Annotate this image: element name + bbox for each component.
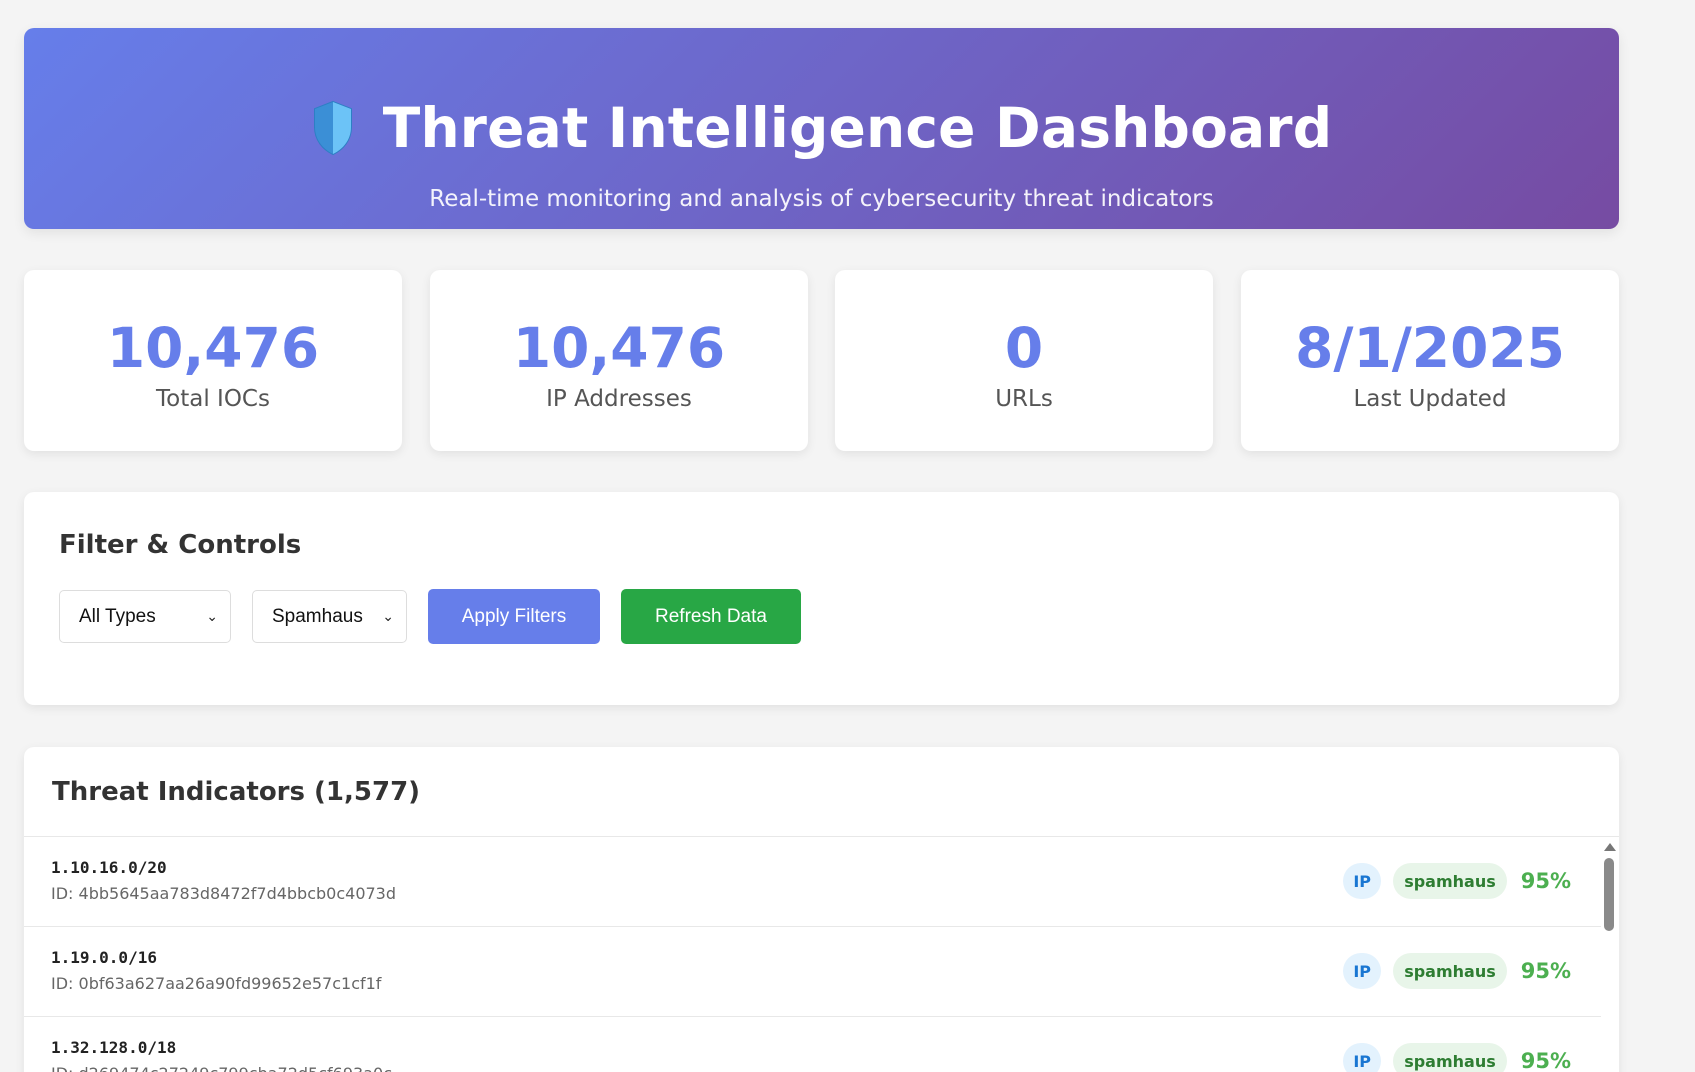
shield-icon <box>311 100 355 156</box>
stat-label: Total IOCs <box>156 386 270 412</box>
threat-indicators-title: Threat Indicators (1,577) <box>52 777 421 807</box>
scroll-up-arrow-icon[interactable] <box>1604 843 1616 851</box>
header-title-row: Threat Intelligence Dashboard <box>24 100 1619 156</box>
source-badge: spamhaus <box>1393 953 1507 989</box>
dashboard-header: Threat Intelligence Dashboard Real-time … <box>24 28 1619 229</box>
ioc-badges: IP spamhaus 95% <box>1343 863 1571 899</box>
dashboard-page: Threat Intelligence Dashboard Real-time … <box>0 0 1695 1072</box>
confidence-score: 95% <box>1520 1049 1571 1072</box>
ioc-value: 1.10.16.0/20 <box>51 858 167 877</box>
stat-card-urls: 0 URLs <box>835 270 1213 451</box>
type-filter-select[interactable]: All Types ⌄ <box>59 590 231 643</box>
list-item[interactable]: 1.10.16.0/20 ID: 4bb5645aa783d8472f7d4bb… <box>24 837 1601 927</box>
controls-row: All Types ⌄ Spamhaus ⌄ Apply Filters Ref… <box>59 589 801 644</box>
ioc-value: 1.19.0.0/16 <box>51 948 157 967</box>
confidence-score: 95% <box>1520 869 1571 893</box>
scrollbar-thumb[interactable] <box>1604 858 1614 931</box>
page-subtitle: Real-time monitoring and analysis of cyb… <box>429 186 1214 212</box>
filter-controls-title: Filter & Controls <box>59 530 302 560</box>
indicator-list[interactable]: 1.10.16.0/20 ID: 4bb5645aa783d8472f7d4bb… <box>24 837 1601 1072</box>
stat-value: 8/1/2025 <box>1295 316 1565 380</box>
page-title: Threat Intelligence Dashboard <box>382 95 1333 160</box>
stat-label: URLs <box>995 386 1053 412</box>
ioc-id: ID: d269474c27249c799cba72d5cf693a0c <box>51 1064 392 1072</box>
ioc-badges: IP spamhaus 95% <box>1343 953 1571 989</box>
stat-card-ip-addresses: 10,476 IP Addresses <box>430 270 808 451</box>
list-item[interactable]: 1.19.0.0/16 ID: 0bf63a627aa26a90fd99652e… <box>24 927 1601 1017</box>
type-filter-value: All Types <box>79 605 156 627</box>
list-scrollbar[interactable] <box>1601 837 1619 1072</box>
type-badge: IP <box>1343 1043 1382 1072</box>
stat-card-total-iocs: 10,476 Total IOCs <box>24 270 402 451</box>
list-item[interactable]: 1.32.128.0/18 ID: d269474c27249c799cba72… <box>24 1017 1601 1072</box>
apply-filters-button[interactable]: Apply Filters <box>428 589 600 644</box>
ioc-id: ID: 0bf63a627aa26a90fd99652e57c1cf1f <box>51 974 382 993</box>
stat-value: 10,476 <box>106 316 320 380</box>
threat-indicators-panel: Threat Indicators (1,577) 1.10.16.0/20 I… <box>24 747 1619 1072</box>
source-filter-value: Spamhaus <box>272 605 363 627</box>
ioc-value: 1.32.128.0/18 <box>51 1038 177 1057</box>
stat-card-last-updated: 8/1/2025 Last Updated <box>1241 270 1619 451</box>
source-badge: spamhaus <box>1393 1043 1507 1072</box>
stat-label: Last Updated <box>1353 386 1507 412</box>
stat-label: IP Addresses <box>546 386 692 412</box>
ioc-id: ID: 4bb5645aa783d8472f7d4bbcb0c4073d <box>51 884 397 903</box>
chevron-down-icon: ⌄ <box>382 608 394 624</box>
refresh-data-button[interactable]: Refresh Data <box>621 589 801 644</box>
ioc-badges: IP spamhaus 95% <box>1343 1043 1571 1072</box>
type-badge: IP <box>1343 863 1382 899</box>
stat-value: 10,476 <box>512 316 726 380</box>
filter-controls-panel: Filter & Controls All Types ⌄ Spamhaus ⌄… <box>24 492 1619 705</box>
source-badge: spamhaus <box>1393 863 1507 899</box>
confidence-score: 95% <box>1520 959 1571 983</box>
chevron-down-icon: ⌄ <box>206 608 218 624</box>
type-badge: IP <box>1343 953 1382 989</box>
stat-value: 0 <box>1004 316 1044 380</box>
source-filter-select[interactable]: Spamhaus ⌄ <box>252 590 407 643</box>
